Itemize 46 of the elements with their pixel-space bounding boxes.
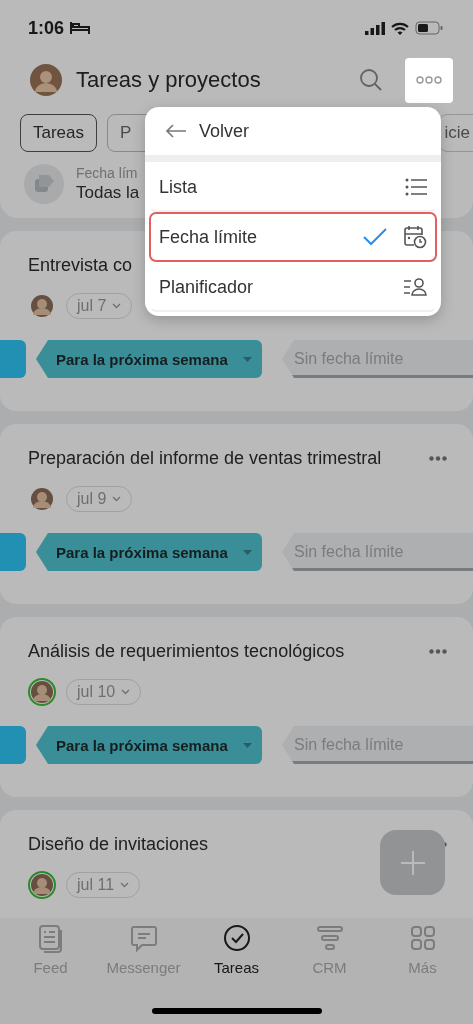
chat-icon <box>128 923 159 953</box>
check-circle-icon <box>221 923 252 953</box>
caret-icon <box>243 356 252 362</box>
person-list-icon <box>403 277 427 297</box>
more-icon[interactable] <box>429 456 447 461</box>
signal-icon <box>365 21 385 35</box>
check-icon <box>363 228 387 246</box>
status-time: 1:06 <box>28 17 65 39</box>
back-arrow-icon <box>165 124 187 138</box>
chevron-icon <box>121 689 131 695</box>
task-title: Diseño de invitaciones <box>28 834 209 855</box>
filter-label: Fecha lím <box>76 165 139 181</box>
filter-chip[interactable]: Tareas <box>20 114 98 152</box>
page-title: Tareas y proyectos <box>76 67 261 93</box>
task-title: Entrevista co <box>28 255 133 276</box>
more-icon[interactable] <box>429 649 447 654</box>
chevron-icon <box>112 303 122 309</box>
caret-icon <box>243 742 252 748</box>
battery-icon <box>415 21 443 35</box>
tab-item[interactable]: Tareas <box>191 923 282 976</box>
plus-icon <box>399 849 426 876</box>
bed-icon <box>70 21 91 35</box>
wifi-icon <box>391 21 409 35</box>
add-button[interactable] <box>380 830 445 895</box>
user-avatar[interactable] <box>30 64 62 96</box>
back-button[interactable]: Volver <box>145 107 441 155</box>
more-icon <box>416 76 442 84</box>
search-icon[interactable] <box>359 68 383 92</box>
stage-chip[interactable]: Para la próxima semana <box>36 726 262 764</box>
caret-icon <box>243 549 252 555</box>
stage-chip[interactable]: Para la próxima semana <box>36 340 262 378</box>
more-button[interactable] <box>405 57 453 103</box>
menu-item[interactable]: Lista <box>149 162 437 212</box>
stage-chip[interactable]: Para la próxima semana <box>36 533 262 571</box>
funnel-icon <box>314 923 345 953</box>
calendar-clock-icon <box>403 225 427 249</box>
task-title: Análisis de requerimientos tecnológicos <box>28 641 345 662</box>
filter-value: Todas la <box>76 183 140 203</box>
stack-icon <box>24 164 64 204</box>
list-icon <box>405 178 427 196</box>
filter-chip[interactable]: icie <box>439 114 473 152</box>
chevron-icon <box>112 496 122 502</box>
chevron-icon <box>120 882 130 888</box>
menu-item[interactable]: Planificador <box>149 262 437 312</box>
task-title: Preparación del informe de ventas trimestral <box>28 448 382 469</box>
menu-item[interactable]: Fecha límite <box>149 212 437 262</box>
